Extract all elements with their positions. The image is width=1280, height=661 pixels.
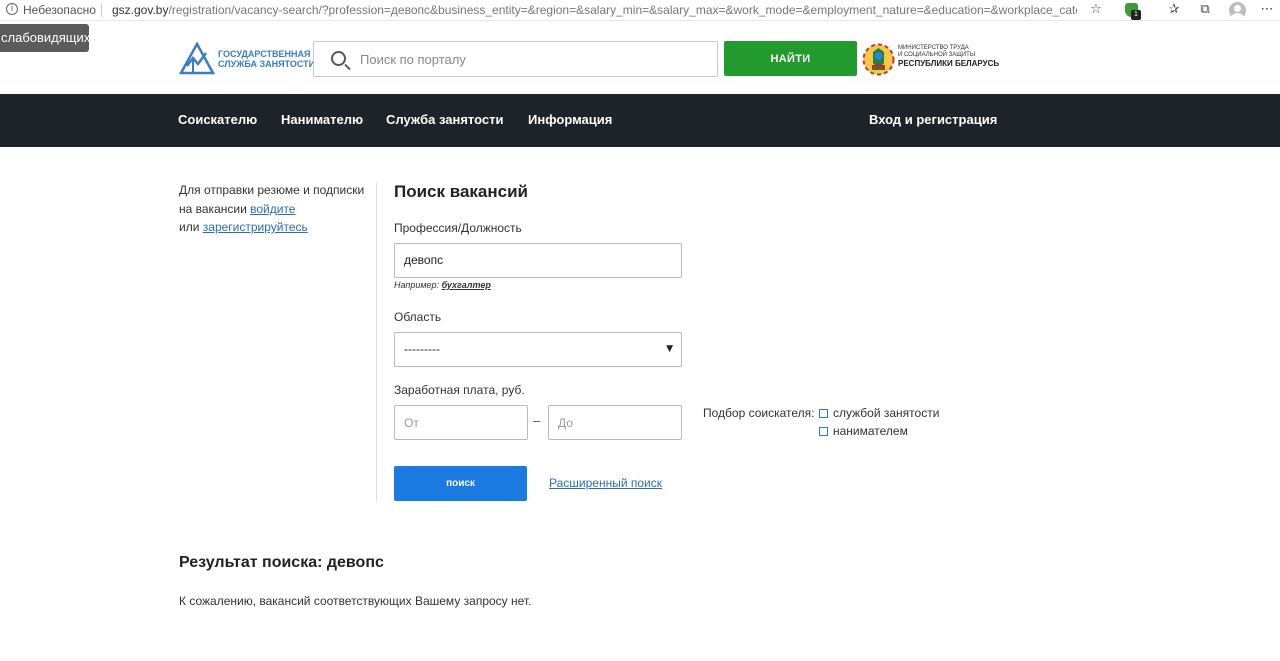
toolbar-divider (101, 3, 102, 17)
security-label[interactable]: Небезопасно (23, 3, 96, 17)
hint-example-link[interactable]: бухгалтер (442, 280, 491, 290)
logo-text[interactable]: ГОСУДАРСТВЕННАЯ СЛУЖБА ЗАНЯТОСТИ (218, 49, 315, 69)
ministry-line-1: МИНИСТЕРСТВО ТРУДА (898, 45, 969, 51)
search-button[interactable]: поиск (394, 466, 527, 501)
extension-badge: 1 (1131, 10, 1141, 20)
accessibility-label: слабовидящих (1, 30, 89, 45)
nav-item-employers[interactable]: Нанимателю (281, 112, 363, 127)
logo-icon (178, 41, 216, 75)
checkbox-employer[interactable] (819, 427, 828, 436)
profession-label: Профессия/Должность (394, 221, 522, 235)
more-icon[interactable]: ⋯ (1258, 1, 1276, 19)
dropdown-arrow-icon: ▼ (666, 344, 673, 354)
region-select[interactable]: --------- ▼ (394, 332, 682, 367)
url-path: /registration/vacancy-search/?profession… (168, 3, 1077, 17)
page-title: Поиск вакансий (394, 182, 529, 201)
ministry-line-3: РЕСПУБЛИКИ БЕЛАРУСЬ (898, 59, 1000, 68)
browser-toolbar: i Небезопасно gsz.gov.by/registration/va… (0, 0, 1280, 21)
profession-value: девопс (404, 253, 444, 267)
login-prompt-or: или (179, 220, 200, 234)
salary-min-input[interactable] (394, 405, 528, 440)
login-register-link[interactable]: Вход и регистрация (869, 112, 997, 127)
results-title: Результат поиска: девопс (179, 554, 384, 571)
star-icon[interactable]: ☆ (1087, 1, 1105, 19)
column-divider (376, 182, 377, 501)
search-icon[interactable] (331, 51, 346, 66)
collections-icon[interactable]: ⧉ (1196, 1, 1214, 19)
profile-avatar[interactable] (1229, 2, 1246, 19)
salary-label: Заработная плата, руб. (394, 383, 525, 397)
info-icon[interactable]: i (6, 3, 18, 15)
results-empty-message: К сожалению, вакансий соответствующих Ва… (179, 594, 532, 608)
nav-item-information[interactable]: Информация (528, 112, 612, 127)
salary-dash: – (533, 413, 541, 428)
login-prompt: Для отправки резюме и подписки на ваканс… (179, 181, 369, 237)
salary-max-input[interactable] (548, 405, 682, 440)
profession-field[interactable]: девопс (394, 243, 682, 278)
profession-hint: Например: бухгалтер (394, 280, 491, 290)
url-host: gsz.gov.by (112, 3, 169, 17)
state-emblem-icon (862, 43, 895, 76)
region-label: Область (394, 310, 442, 324)
accessibility-toggle[interactable]: слабовидящих (0, 24, 89, 52)
portal-search-input[interactable] (360, 50, 700, 68)
logo-line-2: СЛУЖБА ЗАНЯТОСТИ (218, 59, 316, 69)
selection-label: Подбор соискателя: (703, 406, 815, 420)
checkbox-employment-service[interactable] (819, 409, 828, 418)
checkbox-employer-label[interactable]: нанимателем (833, 424, 908, 438)
ministry-line-2: И СОЦИАЛЬНОЙ ЗАЩИТЫ (898, 52, 976, 58)
nav-item-employment-service[interactable]: Служба занятости (386, 112, 503, 127)
hint-prefix: Например: (394, 280, 440, 290)
ministry-caption: МИНИСТЕРСТВО ТРУДА И СОЦИАЛЬНОЙ ЗАЩИТЫ Р… (898, 45, 999, 69)
checkbox-employment-service-label[interactable]: службой занятости (833, 406, 939, 420)
register-link[interactable]: зарегистрируйтесь (203, 220, 308, 234)
favorites-icon[interactable]: ✰ (1165, 1, 1183, 19)
portal-search (313, 41, 718, 77)
logo-line-1: ГОСУДАРСТВЕННАЯ (218, 49, 311, 59)
login-link[interactable]: войдите (250, 202, 295, 216)
address-bar[interactable]: gsz.gov.by/registration/vacancy-search/?… (112, 3, 1077, 17)
advanced-search-link[interactable]: Расширенный поиск (549, 476, 662, 490)
main-nav: Соискателю Нанимателю Служба занятости И… (0, 94, 1280, 147)
region-selected-value: --------- (404, 342, 440, 356)
nav-item-job-seekers[interactable]: Соискателю (178, 112, 257, 127)
find-button[interactable]: НАЙТИ (724, 41, 857, 76)
